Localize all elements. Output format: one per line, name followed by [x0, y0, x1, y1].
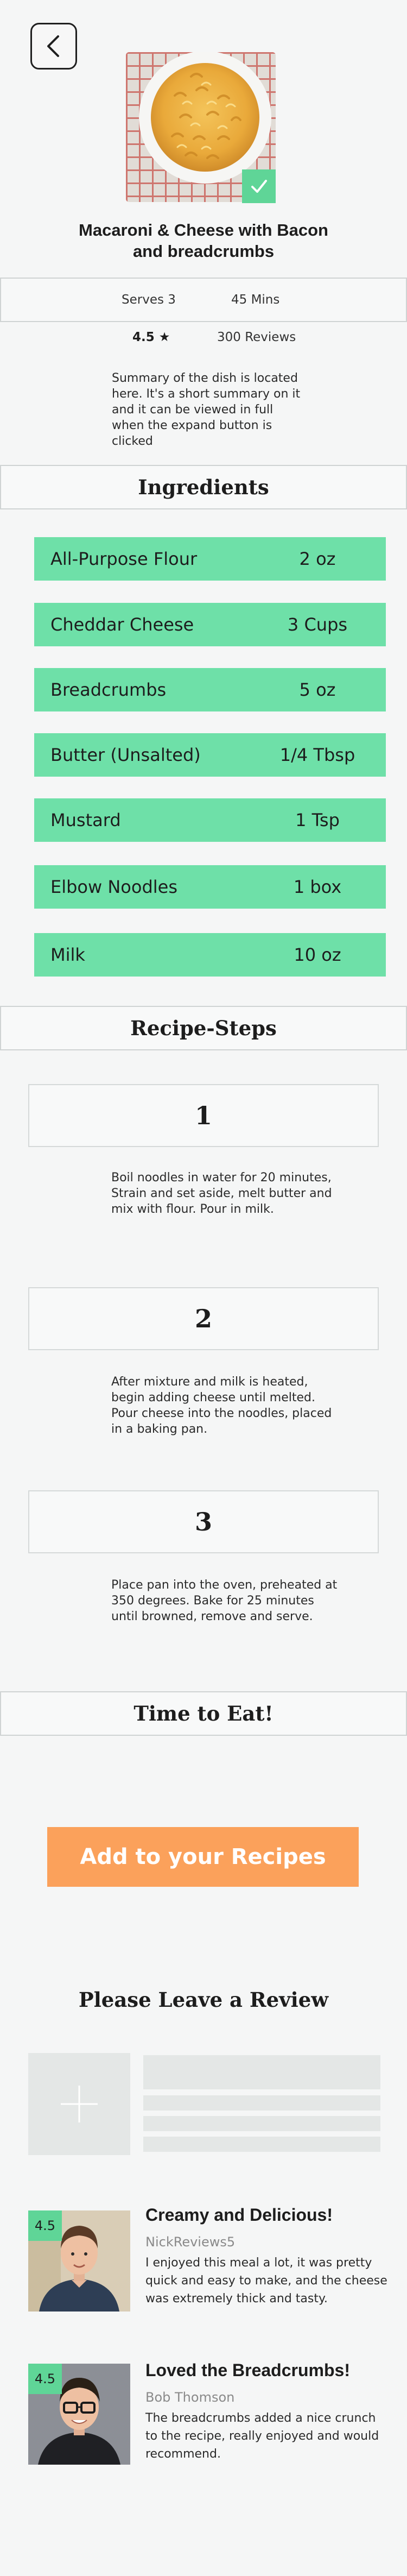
review-author[interactable]: NickReviews5	[145, 2234, 235, 2250]
recipe-steps-header: Recipe-Steps	[0, 1006, 407, 1050]
review-title-field[interactable]	[143, 2055, 380, 2089]
review-title: Loved the Breadcrumbs!	[145, 2360, 350, 2380]
recipe-info-box	[0, 278, 407, 322]
add-to-recipes-button[interactable]: Add to your Recipes	[47, 1827, 359, 1887]
review-count[interactable]: 300 Reviews	[217, 330, 296, 344]
ingredient-row[interactable]: All-Purpose Flour 2 oz	[34, 537, 386, 581]
step-text: Place pan into the oven, preheated at 35…	[111, 1578, 338, 1623]
ingredient-name: Mustard	[50, 810, 121, 830]
review-body: The breadcrumbs added a nice crunch to t…	[145, 2411, 379, 2461]
review-title: Creamy and Delicious!	[145, 2205, 333, 2225]
ingredient-row[interactable]: Butter (Unsalted) 1/4 Tbsp	[34, 733, 386, 777]
review-text-field[interactable]	[143, 2137, 380, 2152]
back-button[interactable]	[30, 23, 77, 70]
ingredient-qty: 3 Cups	[287, 614, 348, 635]
plus-icon	[61, 2086, 98, 2122]
serves-text: Serves 3	[122, 293, 176, 307]
ingredient-row[interactable]: Cheddar Cheese 3 Cups	[34, 603, 386, 646]
ingredient-qty: 10 oz	[294, 944, 341, 965]
rating-value: 4.5 ★	[132, 330, 170, 344]
review-body: I enjoyed this meal a lot, it was pretty…	[145, 2256, 387, 2306]
time-text: 45 Mins	[231, 293, 280, 307]
review-text-field[interactable]	[143, 2116, 380, 2131]
step-number-box: 2	[28, 1287, 379, 1350]
recipe-summary[interactable]: Summary of the dish is located here. It'…	[112, 370, 305, 449]
review-heading: Please Leave a Review	[78, 1988, 329, 2012]
ingredient-qty: 1 box	[293, 877, 342, 897]
review-score-badge: 4.5	[28, 2364, 62, 2394]
ingredient-name: Butter (Unsalted)	[50, 745, 201, 765]
step-text: Boil noodles in water for 20 minutes, St…	[111, 1171, 332, 1216]
ingredient-qty: 1 Tsp	[295, 810, 340, 830]
add-photo-placeholder[interactable]	[28, 2053, 130, 2155]
ingredient-row[interactable]: Mustard 1 Tsp	[34, 798, 386, 842]
ingredient-qty: 1/4 Tbsp	[279, 745, 355, 765]
step-number-box: 3	[28, 1490, 379, 1553]
step-number-box: 1	[28, 1084, 379, 1147]
time-to-eat-header: Time to Eat!	[0, 1691, 407, 1736]
review-author[interactable]: Bob Thomson	[145, 2390, 234, 2405]
verified-badge	[242, 169, 276, 203]
review-text-field[interactable]	[143, 2095, 380, 2111]
ingredient-qty: 2 oz	[299, 549, 336, 569]
ingredient-qty: 5 oz	[299, 679, 336, 700]
ingredient-name: All-Purpose Flour	[50, 549, 198, 569]
ingredient-name: Milk	[50, 944, 85, 965]
ingredient-row[interactable]: Elbow Noodles 1 box	[34, 865, 386, 909]
chevron-left-icon	[47, 35, 59, 57]
ingredients-header: Ingredients	[0, 465, 407, 509]
review-score-badge: 4.5	[28, 2210, 62, 2241]
ingredient-row[interactable]: Breadcrumbs 5 oz	[34, 668, 386, 711]
ingredient-name: Elbow Noodles	[50, 877, 177, 897]
checkmark-icon	[251, 180, 267, 193]
ingredient-row[interactable]: Milk 10 oz	[34, 933, 386, 977]
recipe-title: Macaroni & Cheese with Bacon and breadcr…	[79, 221, 328, 261]
step-text: After mixture and milk is heated, begin …	[111, 1375, 332, 1436]
ingredient-name: Breadcrumbs	[50, 679, 167, 700]
ingredient-name: Cheddar Cheese	[50, 614, 194, 635]
